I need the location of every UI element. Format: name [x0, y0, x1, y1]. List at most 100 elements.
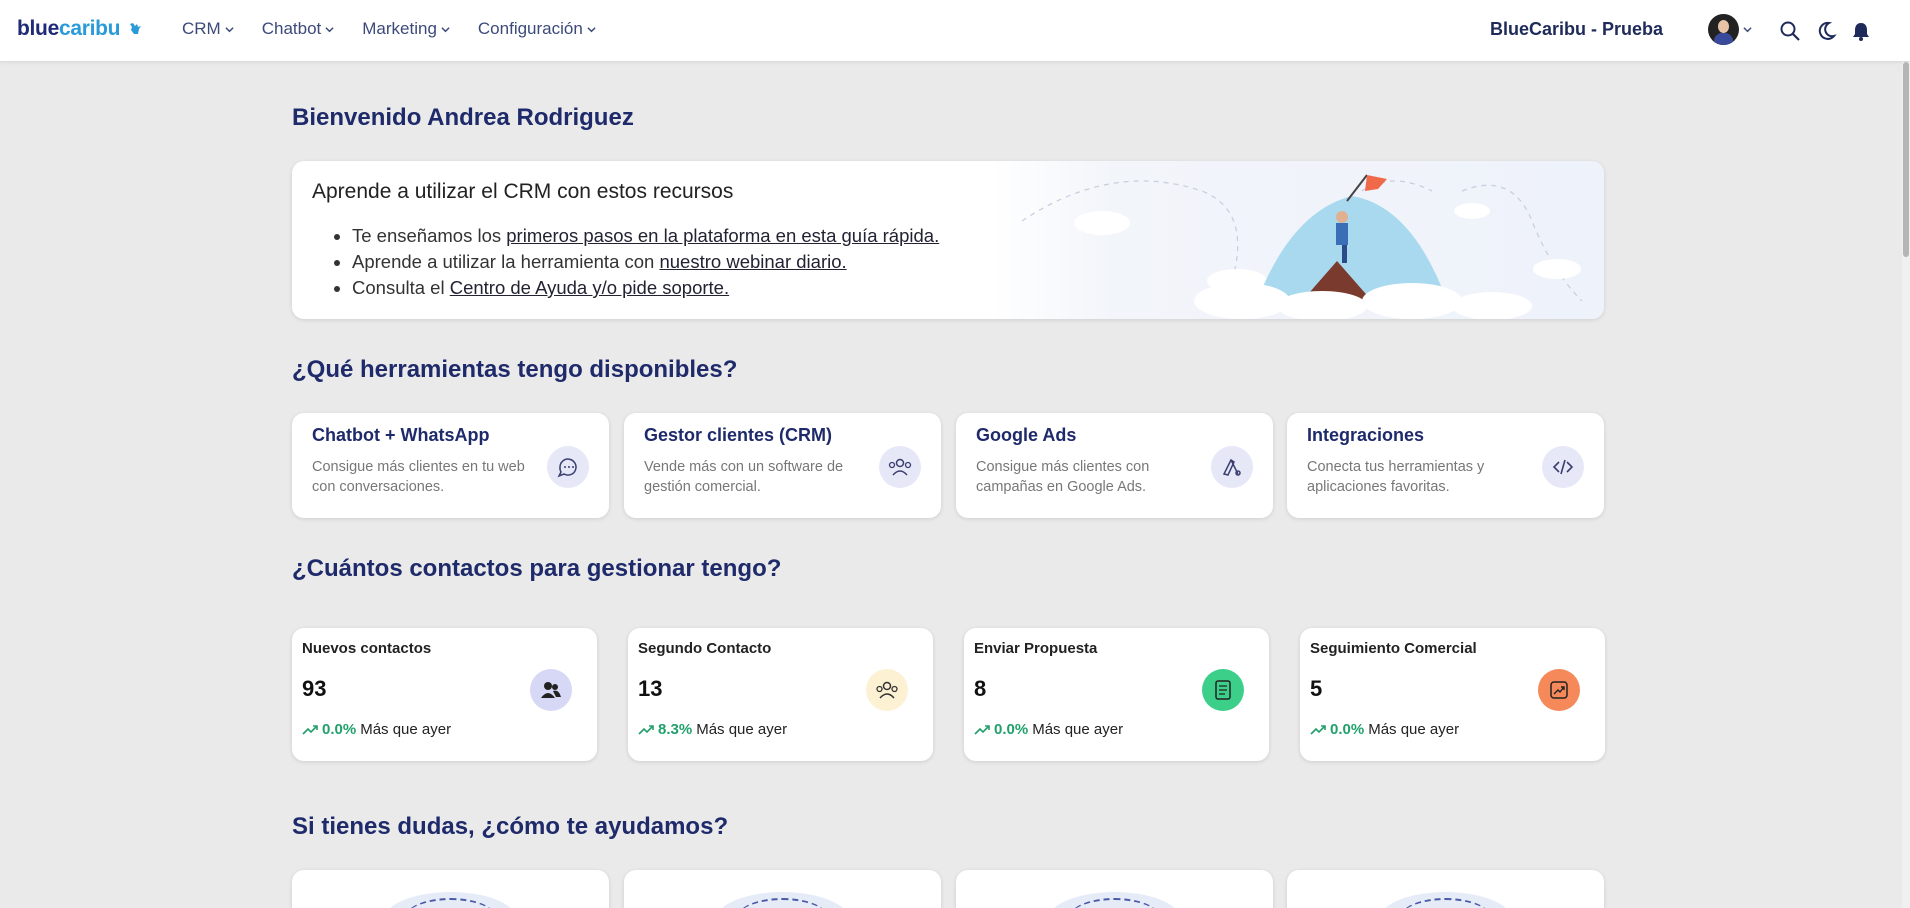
- chevron-down-icon: [325, 26, 334, 32]
- search-icon[interactable]: [1779, 20, 1801, 42]
- top-navbar: bluecaribu CRM Chatbot Marketing Configu…: [0, 0, 1910, 62]
- help-illustration: [714, 892, 851, 908]
- nav-marketing[interactable]: Marketing: [362, 19, 450, 39]
- page-title: Bienvenido Andrea Rodriguez: [292, 104, 634, 131]
- account-name[interactable]: BlueCaribu - Prueba: [1490, 19, 1663, 40]
- contacts-section-title: ¿Cuántos contactos para gestionar tengo?: [292, 555, 782, 582]
- tools-section-title: ¿Qué herramientas tengo disponibles?: [292, 356, 738, 383]
- stat-title: Seguimiento Comercial: [1310, 640, 1477, 657]
- stat-card-segundo[interactable]: Segundo Contacto 13 8.3% Más que ayer: [628, 628, 933, 761]
- tool-title: Chatbot + WhatsApp: [312, 425, 490, 445]
- chevron-down-icon: [1743, 27, 1752, 33]
- google-ads-icon: [1211, 446, 1253, 488]
- stat-trend: 0.0% Más que ayer: [302, 721, 451, 738]
- stat-trend-label: Más que ayer: [1032, 721, 1124, 738]
- chevron-down-icon: [441, 26, 450, 32]
- learn-item: Consulta el Centro de Ayuda y/o pide sop…: [352, 275, 939, 301]
- help-card[interactable]: [956, 870, 1273, 908]
- help-section-title: Si tienes dudas, ¿cómo te ayudamos?: [292, 813, 729, 840]
- trend-up-icon: [638, 724, 654, 735]
- help-illustration: [382, 892, 519, 908]
- stat-trend-percent: 0.0%: [994, 721, 1029, 738]
- stat-trend: 0.0% Más que ayer: [1310, 721, 1459, 738]
- stat-card-propuesta[interactable]: Enviar Propuesta 8 0.0% Más que ayer: [964, 628, 1269, 761]
- main-nav: CRM Chatbot Marketing Configuración: [182, 19, 596, 39]
- tool-title: Gestor clientes (CRM): [644, 425, 833, 445]
- bell-icon[interactable]: [1850, 20, 1872, 42]
- tool-description: Consigue más clientes con campañas en Go…: [976, 459, 1150, 495]
- stat-card-nuevos[interactable]: Nuevos contactos 93 0.0% Más que ayer: [292, 628, 597, 761]
- mountain-illustration: [992, 161, 1604, 319]
- stat-trend-percent: 0.0%: [322, 721, 357, 738]
- stat-value: 13: [638, 676, 663, 701]
- chevron-down-icon: [587, 26, 596, 32]
- tool-card-chatbot[interactable]: Chatbot + WhatsApp Consigue más clientes…: [292, 413, 609, 518]
- brand-logo-part1: blue: [17, 17, 59, 40]
- learn-item: Aprende a utilizar la herramienta con nu…: [352, 249, 939, 275]
- nav-configuracion[interactable]: Configuración: [478, 19, 596, 39]
- chat-icon: [547, 446, 589, 488]
- users-icon: [879, 446, 921, 488]
- webinar-link[interactable]: nuestro webinar diario.: [659, 251, 846, 272]
- tool-card-integrations[interactable]: Integraciones Conecta tus herramientas y…: [1287, 413, 1604, 518]
- chart-icon: [1538, 669, 1580, 711]
- learn-item-text: Te enseñamos los: [352, 225, 507, 246]
- stat-trend: 0.0% Más que ayer: [974, 721, 1123, 738]
- tool-card-crm[interactable]: Gestor clientes (CRM) Vende más con un s…: [624, 413, 941, 518]
- learn-title: Aprende a utilizar el CRM con estos recu…: [312, 180, 734, 203]
- stat-trend: 8.3% Más que ayer: [638, 721, 787, 738]
- tool-card-google-ads[interactable]: Google Ads Consigue más clientes con cam…: [956, 413, 1273, 518]
- page-scrollbar[interactable]: [1902, 62, 1910, 908]
- tool-description: Vende más con un software de gestión com…: [644, 459, 844, 495]
- nav-configuracion-label: Configuración: [477, 19, 583, 38]
- help-center-link[interactable]: Centro de Ayuda y/o pide soporte.: [450, 277, 729, 298]
- stat-trend-label: Más que ayer: [1368, 721, 1460, 738]
- stat-value: 5: [1310, 676, 1323, 701]
- help-illustration: [1046, 892, 1183, 908]
- brand-logo-part2: caribu: [58, 17, 121, 40]
- help-card[interactable]: [1287, 870, 1604, 908]
- learn-item-text: Consulta el: [352, 277, 450, 298]
- nav-crm-label: CRM: [182, 19, 221, 38]
- stat-trend-percent: 0.0%: [1330, 721, 1365, 738]
- quick-guide-link[interactable]: primeros pasos en la plataforma en esta …: [506, 225, 939, 246]
- stat-trend-label: Más que ayer: [696, 721, 788, 738]
- tool-description: Conecta tus herramientas y aplicaciones …: [1307, 459, 1485, 495]
- scrollbar-thumb[interactable]: [1903, 62, 1909, 257]
- stat-trend-percent: 8.3%: [658, 721, 693, 738]
- code-icon: [1542, 446, 1584, 488]
- trend-up-icon: [974, 724, 990, 735]
- dark-mode-icon[interactable]: [1815, 20, 1837, 42]
- stat-trend-label: Más que ayer: [360, 721, 452, 738]
- learn-resources-card: Aprende a utilizar el CRM con estos recu…: [292, 161, 1604, 319]
- help-illustration: [1377, 892, 1514, 908]
- trend-up-icon: [1310, 724, 1326, 735]
- stat-title: Segundo Contacto: [638, 640, 772, 657]
- group-icon: [866, 669, 908, 711]
- learn-item: Te enseñamos los primeros pasos en la pl…: [352, 223, 939, 249]
- caribu-icon: [129, 23, 141, 35]
- nav-chatbot-label: Chatbot: [261, 19, 322, 38]
- learn-list: Te enseñamos los primeros pasos en la pl…: [352, 223, 939, 301]
- trend-up-icon: [302, 724, 318, 735]
- chevron-down-icon: [225, 26, 234, 32]
- avatar: [1708, 14, 1739, 45]
- nav-crm[interactable]: CRM: [182, 19, 234, 39]
- stat-title: Enviar Propuesta: [974, 640, 1098, 657]
- learn-item-text: Aprende a utilizar la herramienta con: [352, 251, 660, 272]
- stat-value: 8: [974, 676, 987, 701]
- nav-chatbot[interactable]: Chatbot: [262, 19, 335, 39]
- tool-description: Consigue más clientes en tu web con conv…: [312, 459, 525, 495]
- people-icon: [530, 669, 572, 711]
- user-menu[interactable]: [1708, 14, 1752, 45]
- tool-title: Google Ads: [976, 425, 1077, 445]
- stat-title: Nuevos contactos: [302, 640, 432, 657]
- brand-logo[interactable]: bluecaribu: [17, 17, 142, 41]
- help-card[interactable]: [624, 870, 941, 908]
- stat-card-seguimiento[interactable]: Seguimiento Comercial 5 0.0% Más que aye…: [1300, 628, 1605, 761]
- nav-marketing-label: Marketing: [362, 19, 437, 38]
- document-icon: [1202, 669, 1244, 711]
- stat-value: 93: [302, 676, 327, 701]
- help-card[interactable]: [292, 870, 609, 908]
- tool-title: Integraciones: [1307, 425, 1425, 445]
